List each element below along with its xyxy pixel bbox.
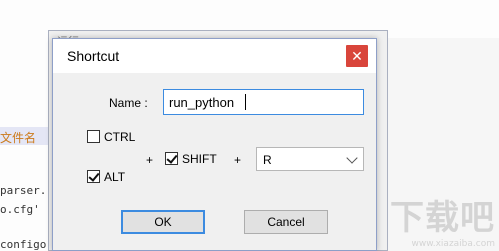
close-icon: ✕ (351, 48, 363, 64)
plus-separator: + (146, 153, 154, 167)
editor-line: 文件名 (0, 131, 37, 145)
ctrl-label: CTRL (104, 130, 136, 144)
dialog-titlebar[interactable]: Shortcut ✕ (53, 39, 376, 73)
dialog-title: Shortcut (67, 48, 120, 64)
chevron-down-icon (346, 152, 358, 164)
close-button[interactable]: ✕ (346, 45, 368, 67)
key-select-value: R (263, 153, 272, 167)
editor-line: configo (0, 238, 47, 251)
shift-label: SHIFT (182, 152, 217, 166)
name-label: Name : (109, 96, 148, 110)
editor-line: parser.( (0, 184, 53, 197)
text-caret (245, 94, 246, 110)
shortcut-dialog: Shortcut ✕ Name : CTRL ALT + SHIFT + R O… (52, 38, 377, 251)
alt-label: ALT (104, 170, 126, 184)
alt-checkbox[interactable] (87, 170, 100, 183)
plus-separator: + (234, 153, 242, 167)
cancel-button[interactable]: Cancel (244, 210, 328, 234)
ctrl-checkbox[interactable] (87, 130, 100, 143)
key-select[interactable]: R (256, 147, 364, 171)
editor-line: o.cfg' (0, 203, 40, 216)
watermark-logo: 下载吧 www.xiazaiba.com (390, 198, 495, 249)
ok-button[interactable]: OK (121, 210, 205, 234)
name-input[interactable] (163, 89, 364, 115)
shift-checkbox[interactable] (165, 152, 178, 165)
